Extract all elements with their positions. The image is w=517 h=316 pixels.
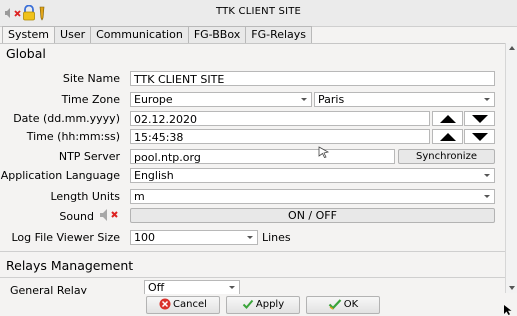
tab-bar: System User Communication FG-BBox FG-Rel… (2, 26, 313, 44)
length-units-label: Length Units (50, 190, 120, 203)
app-window: TTK CLIENT SITE System User Communicatio… (0, 0, 517, 316)
scroll-down-icon[interactable] (508, 285, 516, 291)
scroll-up-icon[interactable] (508, 45, 516, 51)
date-label: Date (dd.mm.yyyy) (13, 112, 120, 125)
settings-panel: Global Site Name TTK CLIENT SITE Time Zo… (0, 43, 505, 294)
apply-label: Apply (255, 299, 285, 310)
date-increment-button[interactable] (432, 111, 463, 126)
section-global-title: Global (6, 46, 46, 61)
length-units-value: m (134, 190, 145, 203)
site-name-label: Site Name (62, 72, 120, 85)
time-label: Time (hh:mm:ss) (26, 130, 120, 143)
apply-button[interactable]: Apply (226, 296, 300, 314)
site-name-input[interactable]: TTK CLIENT SITE (130, 71, 495, 86)
sound-label: Sound (59, 210, 94, 223)
log-file-viewer-size-select[interactable]: 100 (130, 230, 258, 245)
chevron-down-icon (484, 174, 490, 177)
lines-unit-label: Lines (262, 231, 291, 244)
ok-button[interactable]: OK (306, 296, 380, 314)
ok-check-icon (328, 299, 342, 310)
cancel-icon (159, 298, 171, 310)
ok-label: OK (343, 299, 359, 310)
arrow-up-icon (440, 115, 456, 123)
tab-fg-bbox[interactable]: FG-BBox (187, 26, 247, 43)
checkmark-icon (242, 299, 254, 309)
cancel-button[interactable]: Cancel (146, 296, 220, 314)
time-zone-region-select[interactable]: Europe (130, 92, 312, 107)
tab-user[interactable]: User (54, 26, 92, 43)
window-title: TTK CLIENT SITE (215, 6, 302, 17)
log-file-viewer-size-label: Log File Viewer Size (11, 231, 120, 244)
vertical-scrollbar[interactable] (505, 43, 517, 293)
general-relay-value: Off (148, 281, 165, 294)
tab-fg-relays[interactable]: FG-Relays (245, 26, 313, 43)
application-language-label: Application Language (0, 169, 120, 182)
chevron-down-icon (301, 98, 307, 101)
sound-toggle-button[interactable]: ON / OFF (130, 208, 495, 223)
arrow-up-icon (440, 133, 456, 141)
time-zone-label: Time Zone (61, 93, 120, 106)
application-language-value: English (134, 169, 174, 182)
chevron-down-icon (484, 195, 490, 198)
general-relay-select[interactable]: Off (144, 280, 240, 294)
mouse-cursor-icon (504, 305, 512, 315)
chevron-down-icon (484, 98, 490, 101)
time-zone-region-value: Europe (134, 93, 173, 106)
section-relays-title: Relays Management (6, 258, 134, 273)
tab-system[interactable]: System (2, 26, 56, 44)
arrow-down-icon (472, 115, 488, 123)
mouse-pointer-icon (318, 146, 330, 158)
tab-communication[interactable]: Communication (90, 26, 189, 43)
sound-muted-icon (100, 209, 118, 221)
divider (0, 277, 505, 278)
ntp-server-input[interactable]: pool.ntp.org (130, 149, 395, 164)
date-input[interactable]: 02.12.2020 (130, 111, 430, 126)
time-decrement-button[interactable] (464, 129, 495, 144)
general-relay-label: General Relay (10, 284, 88, 294)
action-bar: Cancel Apply OK (0, 294, 517, 316)
application-language-select[interactable]: English (130, 168, 495, 183)
time-input[interactable]: 15:45:38 (130, 129, 430, 144)
cancel-label: Cancel (173, 299, 207, 310)
chevron-down-icon (247, 236, 253, 239)
chevron-down-icon (229, 286, 235, 289)
synchronize-button[interactable]: Synchronize (398, 149, 495, 164)
log-file-viewer-size-value: 100 (134, 231, 155, 244)
arrow-down-icon (472, 133, 488, 141)
time-zone-city-value: Paris (318, 93, 345, 106)
time-increment-button[interactable] (432, 129, 463, 144)
date-decrement-button[interactable] (464, 111, 495, 126)
ntp-server-label: NTP Server (58, 150, 120, 163)
title-bar: TTK CLIENT SITE (0, 0, 517, 27)
divider (0, 251, 505, 252)
time-zone-city-select[interactable]: Paris (314, 92, 495, 107)
length-units-select[interactable]: m (130, 189, 495, 204)
